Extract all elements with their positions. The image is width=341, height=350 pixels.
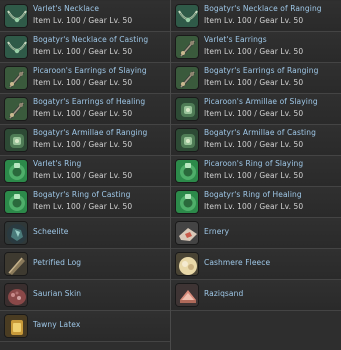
item-level: Item Lv. 100 / Gear Lv. 50 — [33, 202, 133, 211]
item-name: Varlet's Earrings — [204, 35, 267, 44]
item-name: Bogatyr's Necklace of Ranging — [204, 4, 322, 13]
item-name: Bogatyr's Ring of Casting — [33, 190, 131, 199]
list-item[interactable]: Bogatyr's Ring of Casting Item Lv. 100 / … — [0, 187, 170, 218]
item-level: Item Lv. 100 / Gear Lv. 50 — [204, 78, 304, 87]
item-name: Varlet's Necklace — [33, 4, 100, 13]
list-item[interactable]: Varlet's Necklace Item Lv. 100 / Gear Lv.… — [0, 1, 170, 32]
item-level: Item Lv. 100 / Gear Lv. 50 — [33, 78, 133, 87]
item-name: Bogatyr's Earrings of Ranging — [204, 66, 319, 75]
item-name: Picaroon's Earrings of Slaying — [33, 66, 147, 75]
earrings-icon — [175, 35, 199, 59]
earrings-icon — [175, 66, 199, 90]
item-level: Item Lv. 100 / Gear Lv. 50 — [204, 16, 304, 25]
necklace-icon — [175, 4, 199, 28]
item-level: Item Lv. 100 / Gear Lv. 50 — [204, 47, 304, 56]
skin-icon — [4, 283, 28, 307]
armillae-icon — [175, 97, 199, 121]
list-item[interactable]: Raziqsand — [171, 280, 341, 311]
earrings-icon — [4, 66, 28, 90]
item-name: Bogatyr's Earrings of Healing — [33, 97, 146, 106]
list-item[interactable]: Saurian Skin — [0, 280, 170, 311]
ring-icon — [4, 159, 28, 183]
item-level: Item Lv. 100 / Gear Lv. 50 — [33, 16, 133, 25]
item-name: Picaroon's Ring of Slaying — [204, 159, 304, 168]
item-level: Item Lv. 100 / Gear Lv. 50 — [33, 109, 133, 118]
list-item[interactable]: Bogatyr's Earrings of Ranging Item Lv. 10… — [171, 63, 341, 94]
item-name: Cashmere Fleece — [204, 258, 271, 267]
list-item[interactable]: Varlet's Ring Item Lv. 100 / Gear Lv. 50 — [0, 156, 170, 187]
item-level: Item Lv. 100 / Gear Lv. 50 — [33, 171, 133, 180]
list-item[interactable]: Bogatyr's Armillae of Ranging Item Lv. 10… — [0, 125, 170, 156]
ring-icon — [175, 190, 199, 214]
list-item[interactable]: Bogatyr's Necklace of Ranging Item Lv. 10… — [171, 1, 341, 32]
ring-icon — [4, 190, 28, 214]
armillae-icon — [4, 128, 28, 152]
necklace-icon — [4, 35, 28, 59]
item-level: Item Lv. 100 / Gear Lv. 50 — [33, 47, 133, 56]
list-item[interactable]: Bogatyr's Earrings of Healing Item Lv. 10… — [0, 94, 170, 125]
item-name: Varlet's Ring — [33, 159, 82, 168]
ernery-icon — [175, 221, 199, 245]
ring-icon — [175, 159, 199, 183]
item-name: Ernery — [204, 227, 230, 236]
earrings-icon — [4, 97, 28, 121]
list-item[interactable]: Ernery — [171, 218, 341, 249]
list-item[interactable]: Cashmere Fleece — [171, 249, 341, 280]
list-item[interactable]: Bogatyr's Necklace of Casting Item Lv. 10… — [0, 32, 170, 63]
sand-icon — [175, 283, 199, 307]
list-item[interactable]: Varlet's Earrings Item Lv. 100 / Gear Lv.… — [171, 32, 341, 63]
list-item[interactable]: Petrified Log — [0, 249, 170, 280]
item-name: Petrified Log — [33, 258, 82, 267]
latex-icon — [4, 314, 28, 338]
item-name: Picaroon's Armillae of Slaying — [204, 97, 318, 106]
item-level: Item Lv. 100 / Gear Lv. 50 — [204, 109, 304, 118]
log-icon — [4, 252, 28, 276]
armillae-icon — [175, 128, 199, 152]
scheelite-icon — [4, 221, 28, 245]
list-item[interactable]: Bogatyr's Armillae of Casting Item Lv. 10… — [171, 125, 341, 156]
item-name: Bogatyr's Necklace of Casting — [33, 35, 149, 44]
item-name: Scheelite — [33, 227, 69, 236]
item-name: Raziqsand — [204, 289, 244, 298]
item-level: Item Lv. 100 / Gear Lv. 50 — [204, 171, 304, 180]
list-item[interactable]: Tawny Latex — [0, 311, 170, 342]
list-item[interactable]: Scheelite — [0, 218, 170, 249]
list-item[interactable]: Picaroon's Armillae of Slaying Item Lv. 1… — [171, 94, 341, 125]
item-name: Tawny Latex — [33, 320, 81, 329]
list-item[interactable]: Bogatyr's Ring of Healing Item Lv. 100 / … — [171, 187, 341, 218]
list-item[interactable]: Picaroon's Earrings of Slaying Item Lv. 1… — [0, 63, 170, 94]
item-level: Item Lv. 100 / Gear Lv. 50 — [33, 140, 133, 149]
item-level: Item Lv. 100 / Gear Lv. 50 — [204, 140, 304, 149]
fleece-icon — [175, 252, 199, 276]
item-name: Bogatyr's Armillae of Casting — [204, 128, 316, 137]
item-name: Bogatyr's Armillae of Ranging — [33, 128, 148, 137]
list-item[interactable]: Picaroon's Ring of Slaying Item Lv. 100 /… — [171, 156, 341, 187]
item-name: Bogatyr's Ring of Healing — [204, 190, 302, 199]
item-name: Saurian Skin — [33, 289, 82, 298]
item-level: Item Lv. 100 / Gear Lv. 50 — [204, 202, 304, 211]
item-list: Varlet's Necklace Item Lv. 100 / Gear Lv.… — [0, 0, 341, 350]
necklace-icon — [4, 4, 28, 28]
